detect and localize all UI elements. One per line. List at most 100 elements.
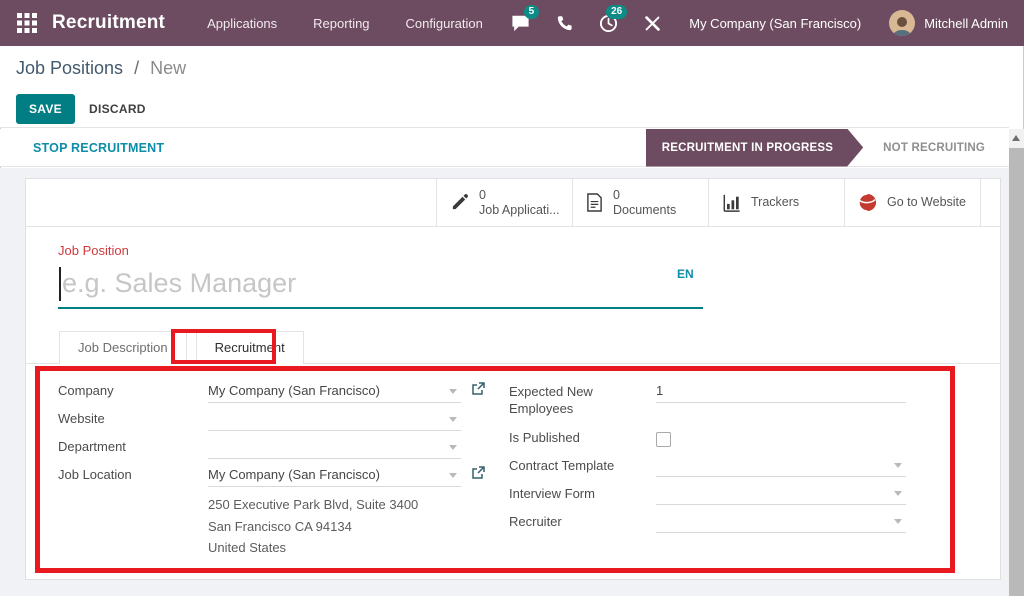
breadcrumb-new: New — [150, 58, 186, 78]
status-recruitment-in-progress[interactable]: RECRUITMENT IN PROGRESS — [646, 129, 863, 167]
form-statusbar: STOP RECRUITMENT RECRUITMENT IN PROGRESS… — [0, 129, 1009, 167]
menu-applications[interactable]: Applications — [193, 10, 291, 37]
address-line-3: United States — [208, 537, 508, 559]
field-row-is-published: Is Published — [509, 425, 909, 453]
scrollbar-thumb[interactable] — [1009, 148, 1024, 596]
discard-button[interactable]: DISCARD — [89, 102, 146, 116]
avatar — [889, 10, 915, 36]
department-field[interactable] — [208, 435, 461, 459]
chevron-down-icon[interactable] — [449, 417, 457, 422]
department-label: Department — [58, 435, 208, 463]
top-navbar: Recruitment Applications Reporting Confi… — [0, 0, 1024, 46]
stat-button-group: 0 Job Applicati... 0 Documents — [436, 179, 981, 226]
form-column-left: Company My Company (San Francisco) Websi… — [58, 379, 508, 559]
address-line-2: San Francisco CA 94134 — [208, 516, 508, 538]
messages-badge: 5 — [524, 5, 540, 19]
company-label: Company — [58, 379, 208, 407]
expected-new-employees-field[interactable]: 1 — [656, 379, 906, 403]
field-row-job-location: Job Location My Company (San Francisco) — [58, 463, 508, 491]
field-row-recruiter: Recruiter — [509, 509, 909, 537]
job-applications-label: Job Applicati... — [479, 203, 560, 218]
company-field[interactable]: My Company (San Francisco) — [208, 379, 461, 403]
content-area: 0 Job Applicati... 0 Documents — [0, 168, 1009, 596]
job-applications-count: 0 — [479, 188, 560, 203]
stat-button-job-applications[interactable]: 0 Job Applicati... — [436, 179, 572, 226]
website-label: Website — [58, 407, 208, 435]
user-menu[interactable]: Mitchell Admin — [889, 10, 1008, 36]
expected-new-employees-label: Expected New Employees — [509, 379, 656, 425]
job-location-label: Job Location — [58, 463, 208, 491]
chevron-down-icon[interactable] — [449, 445, 457, 450]
website-field[interactable] — [208, 407, 461, 431]
tools-icon[interactable] — [635, 8, 669, 38]
is-published-checkbox[interactable] — [656, 432, 671, 447]
documents-count: 0 — [613, 188, 676, 203]
vertical-scrollbar[interactable] — [1009, 129, 1024, 596]
field-row-expected-new-employees: Expected New Employees 1 — [509, 379, 909, 425]
stat-button-documents[interactable]: 0 Documents — [572, 179, 708, 226]
language-badge[interactable]: EN — [677, 267, 694, 281]
company-value: My Company (San Francisco) — [208, 383, 380, 398]
notebook-tabs: Job Description Recruitment — [59, 331, 304, 364]
breadcrumb-job-positions[interactable]: Job Positions — [16, 58, 123, 78]
external-link-icon[interactable] — [471, 382, 485, 396]
tab-job-description[interactable]: Job Description — [59, 331, 187, 364]
is-published-label: Is Published — [509, 425, 656, 453]
chevron-down-icon[interactable] — [894, 491, 902, 496]
company-switcher[interactable]: My Company (San Francisco) — [679, 16, 879, 31]
menu-configuration[interactable]: Configuration — [392, 10, 497, 37]
stat-button-trackers[interactable]: Trackers — [708, 179, 844, 226]
chevron-down-icon[interactable] — [894, 463, 902, 468]
interview-form-label: Interview Form — [509, 481, 656, 509]
breadcrumb: Job Positions / New — [16, 58, 186, 79]
job-location-field[interactable]: My Company (San Francisco) — [208, 463, 461, 487]
field-row-interview-form: Interview Form — [509, 481, 909, 509]
tab-recruitment[interactable]: Recruitment — [196, 331, 304, 364]
contract-template-label: Contract Template — [509, 453, 656, 481]
status-steps: RECRUITMENT IN PROGRESS NOT RECRUITING — [646, 129, 1009, 167]
messages-icon[interactable]: 5 — [503, 8, 537, 38]
navbar-right: 5 26 My Company (San Francis — [503, 8, 1024, 38]
chevron-down-icon[interactable] — [449, 389, 457, 394]
field-row-company: Company My Company (San Francisco) — [58, 379, 508, 407]
app-title[interactable]: Recruitment — [52, 12, 165, 34]
pencil-icon — [450, 193, 469, 212]
stat-button-go-to-website[interactable]: Go to Website — [844, 179, 980, 226]
expected-new-employees-value: 1 — [656, 383, 663, 398]
recruiter-field[interactable] — [656, 509, 906, 533]
form-action-buttons: SAVE DISCARD — [16, 94, 146, 124]
save-button[interactable]: SAVE — [16, 94, 75, 124]
document-icon — [586, 193, 603, 212]
status-not-recruiting[interactable]: NOT RECRUITING — [863, 129, 1009, 167]
form-column-right: Expected New Employees 1 Is Published Co… — [509, 379, 909, 537]
activities-badge: 26 — [606, 5, 627, 19]
phone-icon[interactable] — [547, 8, 581, 38]
go-to-website-label: Go to Website — [887, 195, 966, 210]
text-cursor — [59, 267, 61, 301]
apps-grid-icon[interactable] — [16, 12, 38, 34]
documents-label: Documents — [613, 203, 676, 218]
contract-template-field[interactable] — [656, 453, 906, 477]
field-row-department: Department — [58, 435, 508, 463]
main-menu: Applications Reporting Configuration — [193, 10, 497, 37]
job-location-value: My Company (San Francisco) — [208, 467, 380, 482]
user-name: Mitchell Admin — [924, 16, 1008, 31]
menu-reporting[interactable]: Reporting — [299, 10, 383, 37]
activities-clock-icon[interactable]: 26 — [591, 8, 625, 38]
control-panel: Job Positions / New SAVE DISCARD — [0, 46, 1009, 128]
field-row-website: Website — [58, 407, 508, 435]
field-row-contract-template: Contract Template — [509, 453, 909, 481]
interview-form-field[interactable] — [656, 481, 906, 505]
chevron-down-icon[interactable] — [449, 473, 457, 478]
chevron-down-icon[interactable] — [894, 519, 902, 524]
sheet-header: 0 Job Applicati... 0 Documents — [26, 179, 1000, 227]
trackers-label: Trackers — [751, 195, 799, 210]
job-position-input[interactable] — [58, 261, 703, 309]
stop-recruitment-button[interactable]: STOP RECRUITMENT — [33, 141, 164, 155]
address-line-1: 250 Executive Park Blvd, Suite 3400 — [208, 494, 508, 516]
job-position-label: Job Position — [58, 243, 129, 258]
form-sheet: 0 Job Applicati... 0 Documents — [25, 178, 1001, 580]
external-link-icon[interactable] — [471, 466, 485, 480]
scroll-up-arrow[interactable] — [1012, 135, 1020, 141]
bar-chart-icon — [722, 194, 741, 212]
